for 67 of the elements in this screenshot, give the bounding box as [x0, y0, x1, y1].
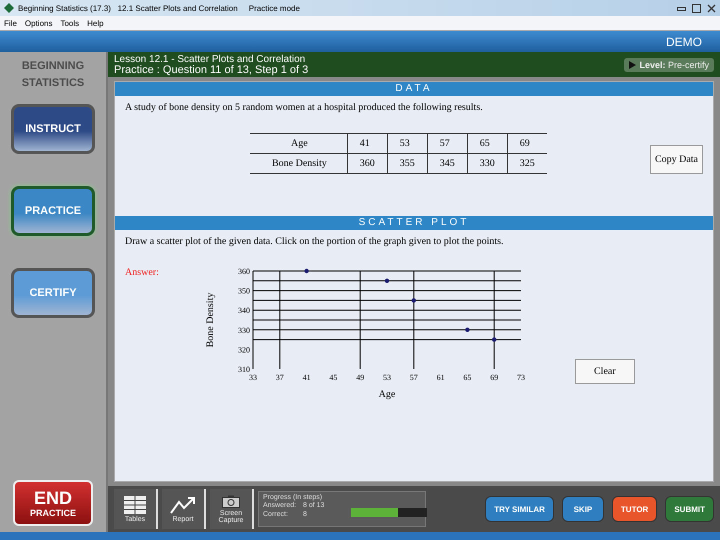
y-axis-label: Bone Density: [205, 292, 216, 348]
x-axis-label: Age: [378, 389, 396, 400]
y-tick-label: 320: [238, 345, 250, 354]
x-tick-label: 33: [249, 373, 257, 382]
x-tick-label: 69: [490, 373, 498, 382]
data-point: [492, 337, 496, 342]
x-tick-label: 65: [463, 373, 472, 382]
x-tick-label: 53: [383, 373, 391, 382]
camera-icon: [222, 494, 240, 508]
app-logo: BEGINNING STATISTICS: [22, 59, 84, 91]
answer-label: Answer:: [125, 267, 160, 278]
menu-item[interactable]: Tools: [60, 18, 80, 28]
instruction-text: Draw a scatter plot of the given data. Click on the portion of the graph given to plot the points.: [125, 236, 505, 247]
y-tick-label: 340: [238, 306, 250, 316]
data-point: [384, 278, 390, 283]
lesson-subtitle: Practice : Question 11 of 13, Step 1 of 3: [114, 64, 308, 76]
table-cell: 53: [387, 134, 428, 154]
demo-label: DEMO: [666, 34, 702, 48]
data-point: [304, 268, 309, 274]
lesson-title: Lesson 12.1 - Scatter Plots and Correlation: [114, 54, 306, 64]
close-icon[interactable]: [707, 4, 716, 12]
table-cell: 330: [467, 154, 508, 174]
x-tick-label: 61: [436, 373, 445, 382]
x-tick-label: 73: [517, 373, 525, 382]
trend-arrow-icon: [170, 496, 196, 514]
action-button[interactable]: TRY SIMILAR: [485, 496, 554, 522]
data-point: [412, 298, 416, 303]
y-tick-label: 310: [238, 365, 250, 374]
clear-button[interactable]: Clear: [575, 359, 635, 384]
x-tick-label: 57: [410, 373, 418, 382]
table-cell: 69: [507, 134, 547, 154]
table-header: Bone Density: [250, 154, 348, 174]
y-tick-label: 360: [238, 267, 250, 276]
action-button[interactable]: SUBMIT: [665, 496, 714, 522]
app-icon: [4, 3, 14, 13]
copy-data-button[interactable]: Copy Data: [650, 145, 703, 174]
table-icon: [124, 496, 146, 514]
level-text: Level: Pre-certify: [639, 60, 709, 70]
menu-item[interactable]: File: [4, 18, 17, 28]
table-cell: 345: [427, 154, 468, 174]
end-practice-button[interactable]: END PRACTICE: [13, 480, 93, 526]
y-tick-label: 350: [238, 286, 250, 296]
menu-item[interactable]: Help: [87, 18, 104, 28]
nav-button[interactable]: INSTRUCT: [11, 104, 95, 154]
y-tick-label: 330: [238, 326, 250, 335]
maximize-icon[interactable]: [692, 4, 701, 12]
problem-text: A study of bone density on 5 random women at a hospital produced the following results.: [125, 102, 484, 113]
nav-button[interactable]: PRACTICE: [11, 186, 95, 236]
menu-item[interactable]: Options: [24, 18, 52, 28]
table-cell: 57: [427, 134, 468, 154]
table-cell: 360: [347, 154, 388, 174]
action-button[interactable]: SKIP: [562, 496, 604, 522]
table-cell: 325: [507, 154, 547, 174]
section-heading: SCATTER PLOT: [115, 216, 713, 230]
x-tick-label: 45: [329, 373, 338, 382]
table-header: Age: [250, 134, 348, 154]
table-cell: 65: [467, 134, 508, 154]
action-button[interactable]: TUTOR: [612, 496, 658, 522]
data-point: [465, 328, 470, 332]
table-cell: 41: [347, 134, 388, 154]
x-tick-label: 41: [302, 373, 311, 382]
section-heading: DATA: [115, 82, 713, 96]
table-cell: 355: [387, 154, 428, 174]
x-tick-label: 49: [356, 373, 364, 382]
play-icon: [629, 60, 636, 68]
window-title: Beginning Statistics (17.3) 12.1 Scatter Plots and Correlation Practice mode: [18, 4, 301, 12]
x-tick-label: 37: [276, 373, 284, 382]
